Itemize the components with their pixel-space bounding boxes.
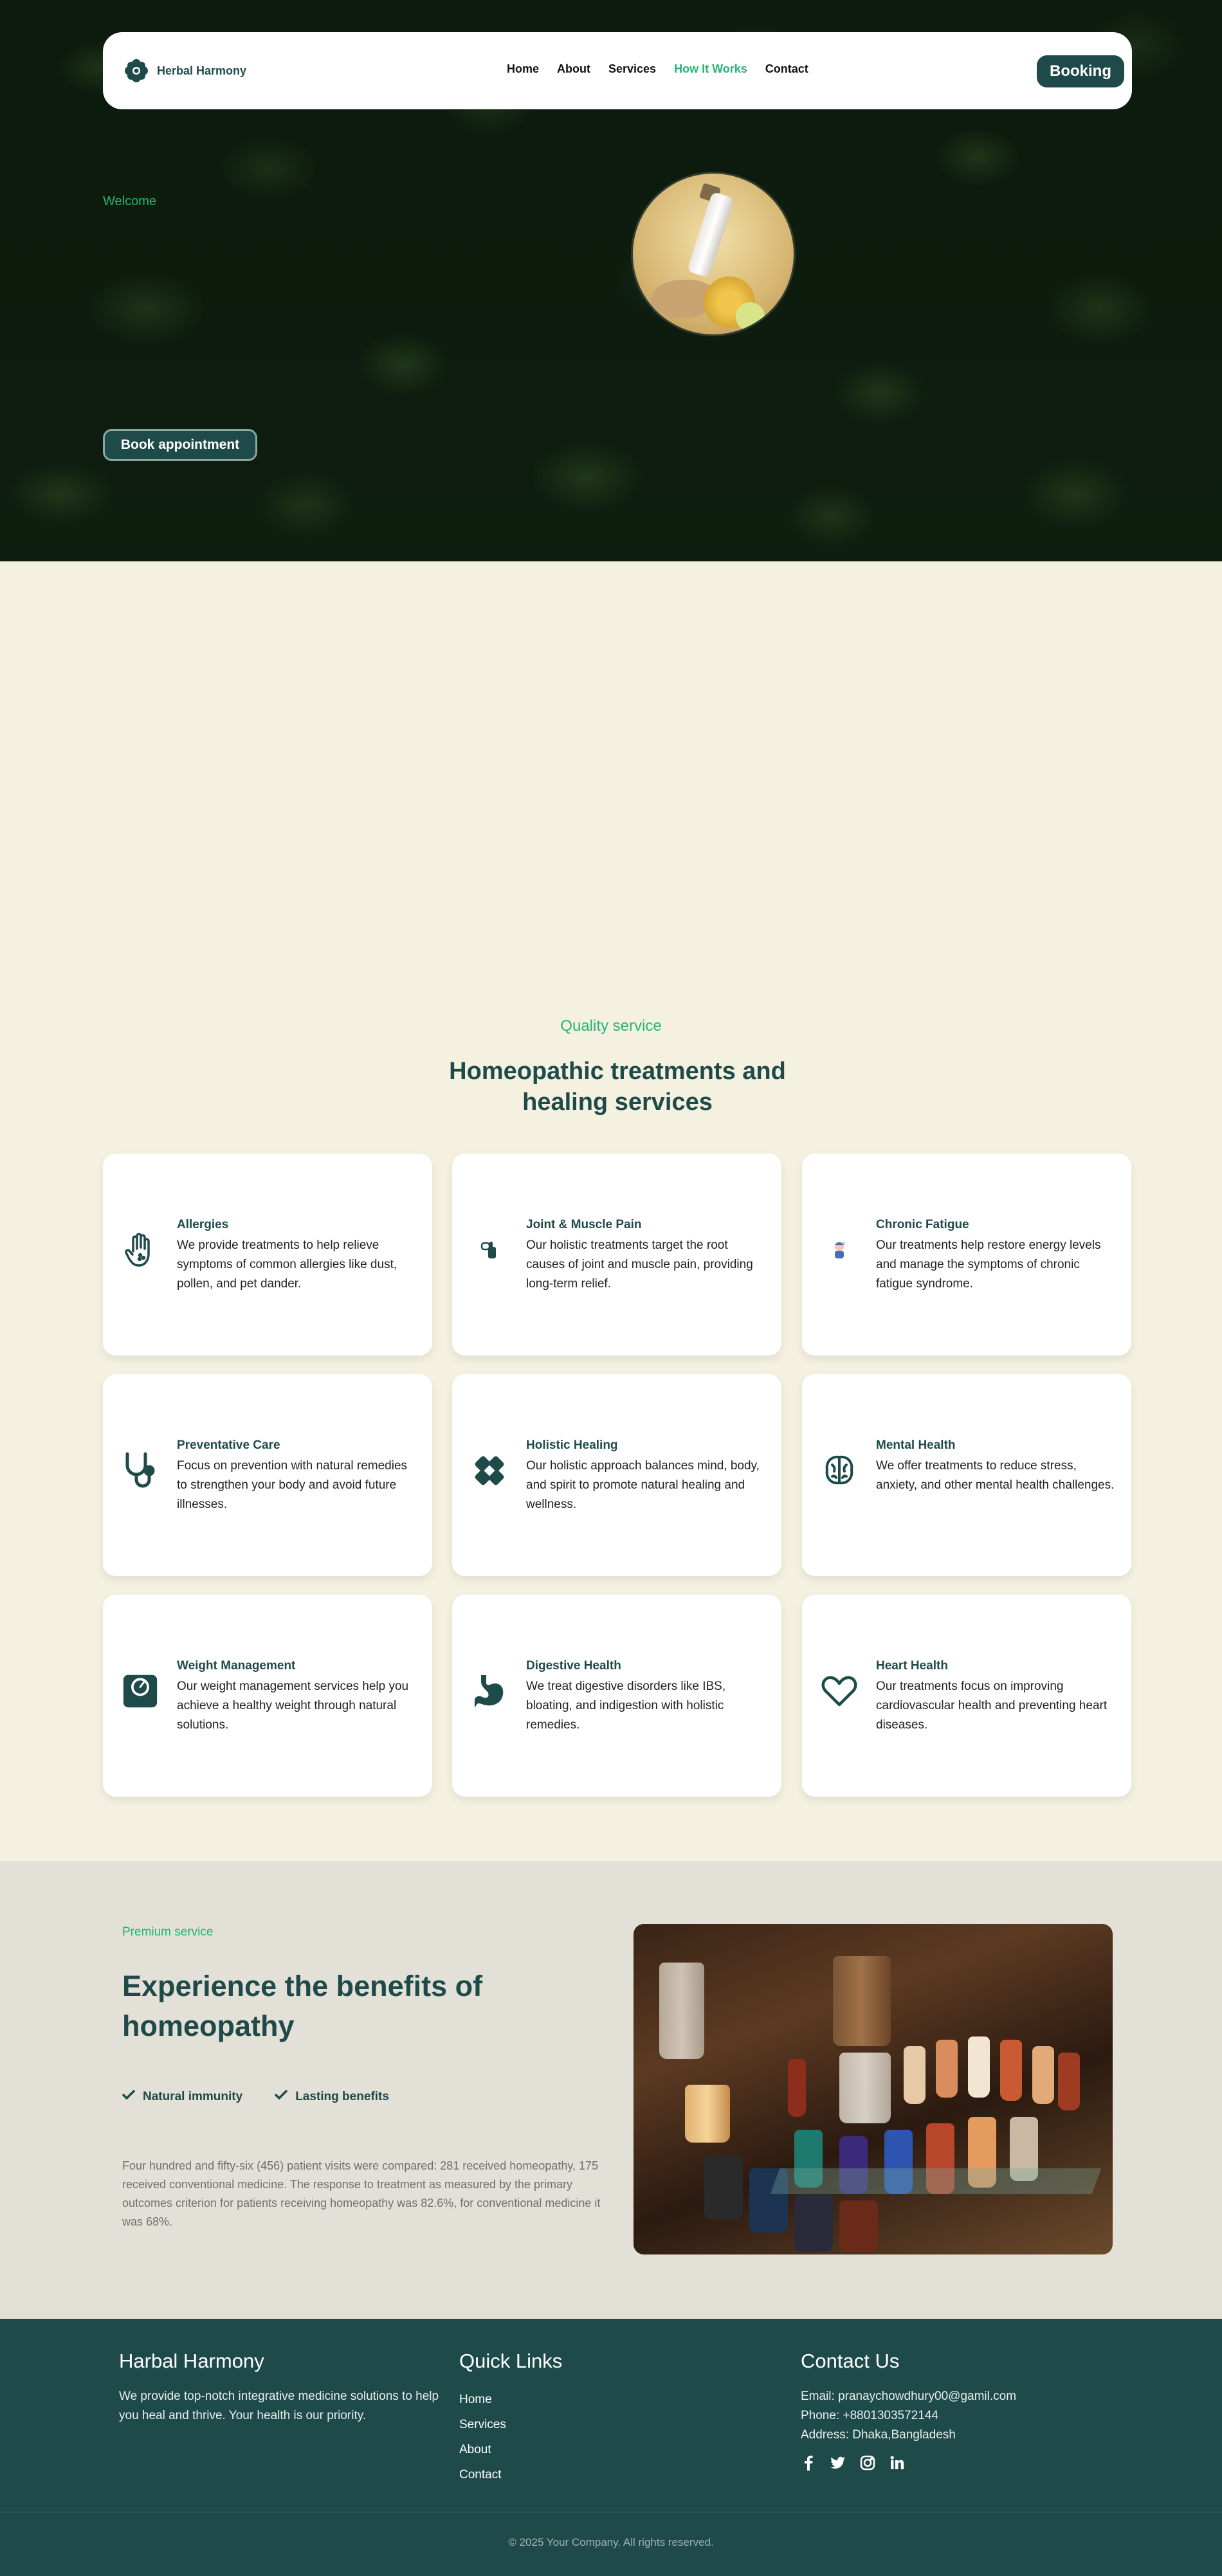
card-description: We treat digestive disorders like IBS, b… [526,1680,726,1732]
stomach-icon [471,1673,507,1709]
booking-button[interactable]: Booking [1037,55,1124,87]
card-title: Weight Management [177,1659,296,1673]
hand-icon [122,1232,158,1268]
twitter-icon[interactable] [830,2455,846,2471]
footer-address: Address: Dhaka,Bangladesh [801,2428,956,2442]
copyright: © 2025 Your Company. All rights reserved… [508,2536,714,2548]
weight-scale-icon [122,1673,158,1709]
nav-link-about[interactable]: About [557,62,590,76]
footer-contact: Contact Us Email: pranaychowdhury00@gami… [801,2350,1135,2471]
footer: Harbal Harmony We provide top-notch inte… [0,2319,1222,2576]
benefits-title: Experience the benefits of homeopathy [122,1970,483,2042]
nav-link-how-it-works[interactable]: How It Works [674,62,747,76]
services-title: Homeopathic treatments and healing servi… [449,1058,786,1116]
card-title: Holistic Healing [526,1438,618,1452]
card-title: Chronic Fatigue [876,1218,969,1231]
card-description: Our holistic treatments target the root … [526,1238,753,1291]
footer-email: Email: pranaychowdhury00@gamil.com [801,2390,1017,2403]
service-card-digestive-health[interactable]: Digestive Health We treat digestive diso… [452,1595,781,1797]
linkedin-icon[interactable] [889,2455,905,2471]
welcome-text: Welcome [103,194,156,208]
stethoscope-icon [122,1452,158,1489]
footer-about-title: Harbal Harmony [119,2350,264,2372]
service-card-allergies[interactable]: Allergies We provide treatments to help … [103,1154,432,1356]
service-card-mental-health[interactable]: Mental Health We offer treatments to red… [802,1374,1131,1576]
benefits-section: Premium service Experience the benefits … [0,1861,1222,2319]
service-card-chronic-fatigue[interactable]: z Chronic Fatigue Our treatments help re… [802,1154,1131,1356]
footer-quick-links: Quick Links Home Services About Contact [459,2350,562,2487]
social-links [801,2455,1135,2471]
card-title: Heart Health [876,1659,948,1673]
card-title: Preventative Care [177,1438,280,1452]
hero-product-image [633,174,794,334]
service-card-joint-muscle-pain[interactable]: Joint & Muscle Pain Our holistic treatme… [452,1154,781,1356]
heart-icon [821,1673,857,1709]
card-title: Joint & Muscle Pain [526,1218,642,1231]
brand-name: Herbal Harmony [157,64,247,77]
card-description: We provide treatments to help relieve sy… [177,1238,397,1291]
service-card-holistic-healing[interactable]: Holistic Healing Our holistic approach b… [452,1374,781,1576]
brain-icon [821,1453,857,1489]
service-card-heart-health[interactable]: Heart Health Our treatments focus on imp… [802,1595,1131,1797]
check-icon [122,2090,135,2104]
card-description: We offer treatments to reduce stress, an… [876,1459,1115,1492]
benefit-label: Lasting benefits [295,2090,389,2103]
benefits-description: Four hundred and fifty-six (456) patient… [122,2159,601,2228]
footer-about: Harbal Harmony We provide top-notch inte… [119,2350,453,2426]
benefit-item: Lasting benefits [275,2090,389,2104]
card-description: Our treatments focus on improving cardio… [876,1680,1108,1732]
joint-icon [471,1232,507,1268]
footer-links-title: Quick Links [459,2350,563,2372]
benefit-item: Natural immunity [122,2090,242,2104]
footer-link-home[interactable]: Home [459,2387,562,2412]
bandage-icon [471,1453,507,1489]
card-title: Digestive Health [526,1659,621,1673]
card-title: Allergies [177,1218,229,1231]
card-description: Our holistic approach balances mind, bod… [526,1459,760,1511]
footer-link-contact[interactable]: Contact [459,2462,562,2487]
footer-link-about[interactable]: About [459,2437,562,2462]
card-description: Our weight management services help you … [177,1680,409,1732]
service-card-weight-management[interactable]: Weight Management Our weight management … [103,1595,432,1797]
svg-text:z: z [843,1241,845,1246]
benefits-checklist: Natural immunity Lasting benefits [122,2090,389,2104]
footer-phone: Phone: +8801303572144 [801,2409,938,2422]
tired-person-icon: z [821,1232,857,1268]
benefits-label: Premium service [122,1925,214,1939]
nav-links: Home About Services How It Works Contact [507,62,808,76]
nav-link-home[interactable]: Home [507,62,539,76]
card-description: Focus on prevention with natural remedie… [177,1459,408,1511]
facebook-icon[interactable] [801,2455,816,2471]
navbar: Herbal Harmony Home About Services How I… [103,32,1132,109]
instagram-icon[interactable] [860,2455,875,2471]
footer-about-text: We provide top-notch integrative medicin… [119,2390,439,2422]
nav-link-services[interactable]: Services [608,62,656,76]
services-label: Quality service [560,1017,662,1035]
service-card-preventative-care[interactable]: Preventative Care Focus on prevention wi… [103,1374,432,1576]
nav-link-contact[interactable]: Contact [765,62,808,76]
check-icon [275,2090,287,2104]
card-title: Mental Health [876,1438,956,1452]
book-appointment-button[interactable]: Book appointment [103,429,257,461]
benefit-label: Natural immunity [143,2090,243,2103]
footer-contact-title: Contact Us [801,2350,900,2372]
card-description: Our treatments help restore energy level… [876,1238,1101,1291]
remedy-bottles-image [634,1924,1113,2254]
flower-logo-icon [123,58,149,84]
footer-link-services[interactable]: Services [459,2412,562,2437]
brand[interactable]: Herbal Harmony [123,58,246,84]
